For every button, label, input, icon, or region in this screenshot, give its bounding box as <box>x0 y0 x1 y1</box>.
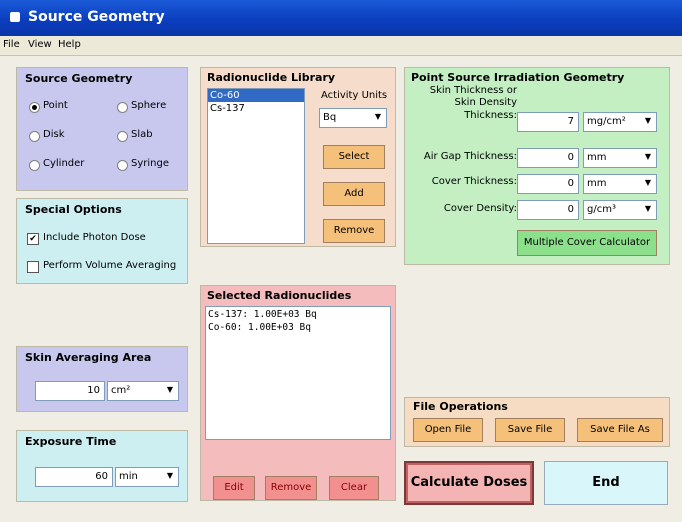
radio-cylinder[interactable] <box>29 160 40 171</box>
selected-radionuclides-group: Selected Radionuclides Cs-137: 1.00E+03 … <box>200 285 396 501</box>
skin-area-unit-select[interactable]: cm² ▼ <box>107 381 179 401</box>
density-unit-value: g/cm³ <box>587 204 616 215</box>
chevron-down-icon[interactable]: ▼ <box>164 384 176 396</box>
include-photon-label: Include Photon Dose <box>43 232 146 243</box>
app-icon <box>10 12 20 22</box>
radio-sphere[interactable] <box>117 102 128 113</box>
radio-sphere-label: Sphere <box>131 100 167 111</box>
add-button[interactable]: Add <box>323 182 385 206</box>
special-options-group: Special Options ✔ Include Photon Dose Pe… <box>16 198 188 284</box>
exposure-title: Exposure Time <box>23 435 119 448</box>
library-title: Radionuclide Library <box>205 71 338 84</box>
special-options-title: Special Options <box>23 203 124 216</box>
radio-syringe[interactable] <box>117 160 128 171</box>
menu-bar: File View Help <box>0 36 682 56</box>
open-file-button[interactable]: Open File <box>413 418 483 442</box>
radio-disk[interactable] <box>29 131 40 142</box>
clear-button[interactable]: Clear <box>329 476 379 500</box>
remove-library-button[interactable]: Remove <box>323 219 385 243</box>
include-photon-checkbox[interactable]: ✔ <box>27 233 39 245</box>
multiple-cover-calculator-button[interactable]: Multiple Cover Calculator <box>517 230 657 256</box>
skin-thickness-label-1: Skin Thickness or <box>429 85 517 96</box>
chevron-down-icon[interactable]: ▼ <box>164 470 176 482</box>
skin-area-title: Skin Averaging Area <box>23 351 154 364</box>
select-button[interactable]: Select <box>323 145 385 169</box>
source-geometry-title: Source Geometry <box>23 72 135 85</box>
save-file-button[interactable]: Save File <box>495 418 565 442</box>
save-file-as-button[interactable]: Save File As <box>577 418 663 442</box>
radio-cylinder-label: Cylinder <box>43 158 85 169</box>
chevron-down-icon[interactable]: ▼ <box>642 203 654 215</box>
radio-slab-label: Slab <box>131 129 153 140</box>
point-source-group: Point Source Irradiation Geometry Skin T… <box>404 67 670 265</box>
skin-thickness-label-2: Skin Density <box>454 97 517 108</box>
radio-disk-label: Disk <box>43 129 65 140</box>
menu-file[interactable]: File <box>3 39 20 50</box>
menu-view[interactable]: View <box>28 39 52 50</box>
selected-title: Selected Radionuclides <box>205 289 354 302</box>
air-gap-unit-select[interactable]: mm ▼ <box>583 148 657 168</box>
skin-area-input[interactable]: 10 <box>35 381 105 401</box>
chevron-down-icon[interactable]: ▼ <box>642 177 654 189</box>
exposure-time-group: Exposure Time 60 min ▼ <box>16 430 188 502</box>
radio-point[interactable] <box>29 102 40 113</box>
remove-selected-button[interactable]: Remove <box>265 476 317 500</box>
skin-area-group: Skin Averaging Area 10 cm² ▼ <box>16 346 188 412</box>
exposure-unit-value: min <box>119 471 138 482</box>
radio-syringe-label: Syringe <box>131 158 169 169</box>
cover-unit-value: mm <box>587 178 607 189</box>
list-item: Cs-137: 1.00E+03 Bq <box>208 309 317 320</box>
radionuclide-library-group: Radionuclide Library Co-60 Cs-137 Activi… <box>200 67 396 247</box>
calculate-doses-button[interactable]: Calculate Doses <box>404 461 534 505</box>
skin-unit-value: mg/cm² <box>587 116 626 127</box>
menu-help[interactable]: Help <box>58 39 81 50</box>
source-geometry-group: Source Geometry Point Sphere Disk Slab C… <box>16 67 188 191</box>
activity-units-label: Activity Units <box>321 90 388 101</box>
chevron-down-icon[interactable]: ▼ <box>642 151 654 163</box>
end-button[interactable]: End <box>544 461 668 505</box>
edit-button[interactable]: Edit <box>213 476 255 500</box>
selected-list[interactable]: Cs-137: 1.00E+03 Bq Co-60: 1.00E+03 Bq <box>205 306 391 440</box>
skin-thickness-label-3: Thickness: <box>464 110 517 121</box>
air-gap-label: Air Gap Thickness: <box>423 151 517 162</box>
volume-averaging-label: Perform Volume Averaging <box>43 260 177 271</box>
file-operations-group: File Operations Open File Save File Save… <box>404 397 670 447</box>
file-ops-title: File Operations <box>411 400 510 413</box>
volume-averaging-checkbox[interactable] <box>27 261 39 273</box>
cover-thickness-label: Cover Thickness: <box>431 176 517 187</box>
radio-point-label: Point <box>43 100 68 111</box>
air-gap-unit-value: mm <box>587 152 607 163</box>
cover-thickness-input[interactable]: 0 <box>517 174 579 194</box>
skin-area-unit-value: cm² <box>111 385 131 396</box>
air-gap-input[interactable]: 0 <box>517 148 579 168</box>
activity-units-value: Bq <box>323 112 337 123</box>
library-list[interactable]: Co-60 Cs-137 <box>207 88 305 244</box>
exposure-input[interactable]: 60 <box>35 467 113 487</box>
skin-thickness-input[interactable]: 7 <box>517 112 579 132</box>
radio-slab[interactable] <box>117 131 128 142</box>
window-title: Source Geometry <box>28 9 165 25</box>
cover-density-label: Cover Density: <box>443 203 517 214</box>
list-item: Co-60: 1.00E+03 Bq <box>208 322 311 333</box>
cover-density-input[interactable]: 0 <box>517 200 579 220</box>
list-item[interactable]: Cs-137 <box>208 102 304 115</box>
activity-units-select[interactable]: Bq ▼ <box>319 108 387 128</box>
skin-unit-select[interactable]: mg/cm² ▼ <box>583 112 657 132</box>
density-unit-select[interactable]: g/cm³ ▼ <box>583 200 657 220</box>
cover-unit-select[interactable]: mm ▼ <box>583 174 657 194</box>
chevron-down-icon[interactable]: ▼ <box>372 111 384 123</box>
chevron-down-icon[interactable]: ▼ <box>642 115 654 127</box>
point-source-title: Point Source Irradiation Geometry <box>409 71 627 84</box>
list-item[interactable]: Co-60 <box>208 89 304 102</box>
title-bar: Source Geometry <box>0 0 682 36</box>
exposure-unit-select[interactable]: min ▼ <box>115 467 179 487</box>
